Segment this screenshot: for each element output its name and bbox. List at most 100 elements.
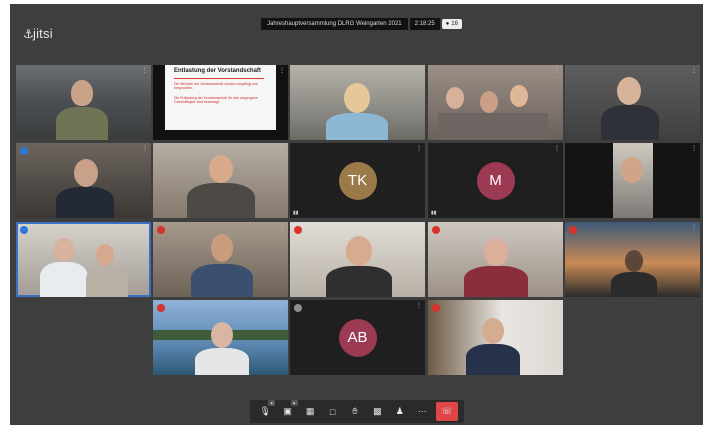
tile-menu-icon[interactable]: ⋮ <box>554 145 560 152</box>
participant-face <box>211 322 233 348</box>
tile-menu-icon[interactable]: ⋮ <box>279 302 285 309</box>
audio-indicator-icon <box>20 226 28 234</box>
connection-indicator-icon: ▮▮ <box>293 210 299 216</box>
participant-body <box>464 266 528 297</box>
chevron-up-icon[interactable]: ▲ <box>268 399 276 406</box>
tile-view-icon: ▩ <box>373 406 382 416</box>
mic-muted-icon <box>432 226 440 234</box>
video-tile[interactable]: ⋮ <box>153 222 288 297</box>
tile-menu-icon[interactable]: ⋮ <box>416 302 422 309</box>
participant-body <box>326 266 392 297</box>
participant-face <box>617 77 641 105</box>
video-tile[interactable]: ⋮ <box>290 65 425 140</box>
microphone-button[interactable]: 🎙︎ ▲ <box>256 399 276 421</box>
tile-menu-icon[interactable]: ⋮ <box>691 145 697 152</box>
tile-view-button[interactable]: ▩ <box>368 403 386 421</box>
tile-menu-icon[interactable]: ⋮ <box>279 67 285 74</box>
avatar-tile[interactable]: M ▮▮ ⋮ <box>428 143 563 218</box>
participant-body <box>611 272 657 297</box>
participant-avatar: M <box>476 161 515 200</box>
video-tile[interactable]: ⋮ <box>428 300 563 375</box>
tile-menu-icon[interactable]: ⋮ <box>279 145 285 152</box>
participant-count-badge[interactable]: ● 16 <box>441 19 462 29</box>
connection-indicator-icon: ▮▮ <box>431 210 437 216</box>
video-tile[interactable]: ⋮ <box>16 65 151 140</box>
microphone-muted-icon: 🎙︎ <box>259 406 271 416</box>
avatar-tile[interactable]: TK ▮▮ ⋮ <box>290 143 425 218</box>
tile-menu-icon[interactable]: ⋮ <box>279 224 285 231</box>
participant-body <box>187 183 255 218</box>
participant-body <box>40 262 88 297</box>
chevron-up-icon[interactable]: ▲ <box>290 399 298 406</box>
screenshare-tile[interactable]: Entlastung der Vorstandschaft Die Berich… <box>153 65 288 140</box>
meeting-title: Jahreshauptversammlung DLRG Weingarten 2… <box>261 18 408 30</box>
chat-button[interactable]: □ <box>324 403 342 421</box>
participant-body <box>466 344 520 375</box>
video-tile[interactable]: ⋮ <box>16 143 151 218</box>
participant-face <box>74 159 98 187</box>
participant-face <box>510 85 528 107</box>
raise-hand-button[interactable]: ✋︎ <box>346 403 364 421</box>
participants-button[interactable]: ♟ <box>391 403 409 421</box>
participant-face <box>344 83 370 113</box>
participant-face <box>96 244 114 266</box>
more-options-button[interactable]: ⋯ <box>413 403 431 421</box>
mic-muted-icon <box>294 226 302 234</box>
participants-icon: ♟ <box>395 406 404 416</box>
slide-text-1: Die Berichte der Vorstandschaft wurden v… <box>174 82 258 90</box>
jitsi-logo[interactable]: ⚓︎jitsi <box>23 26 53 41</box>
video-tile[interactable]: ⋮ <box>565 65 700 140</box>
tile-menu-icon[interactable]: ⋮ <box>554 224 560 231</box>
audio-indicator-icon <box>294 304 302 312</box>
tile-menu-icon[interactable]: ⋮ <box>416 145 422 152</box>
video-tile-active-speaker[interactable]: ⋮ <box>16 222 151 297</box>
video-tile[interactable]: ⋮ <box>428 222 563 297</box>
audio-indicator-icon <box>20 147 28 155</box>
tile-menu-icon[interactable]: ⋮ <box>691 224 697 231</box>
slide-text-2: Die Entlastung der Vorstandschaft für da… <box>174 96 259 104</box>
video-tile[interactable]: ⋮ <box>153 143 288 218</box>
participant-body <box>191 264 253 297</box>
participant-face <box>54 238 74 262</box>
tile-menu-icon[interactable]: ⋮ <box>142 145 148 152</box>
mic-muted-icon <box>157 226 165 234</box>
meeting-window: ⚓︎jitsi Jahreshauptversammlung DLRG Wein… <box>10 4 703 425</box>
avatar-tile[interactable]: AB ⋮ <box>290 300 425 375</box>
participant-body <box>86 266 128 297</box>
participant-body <box>56 187 114 218</box>
mic-muted-icon <box>157 304 165 312</box>
tile-menu-icon[interactable]: ⋮ <box>691 67 697 74</box>
tile-menu-icon[interactable]: ⋮ <box>142 224 148 231</box>
camera-button[interactable]: ▣ ▲ <box>279 399 298 421</box>
video-tile[interactable]: ⋮ <box>565 143 700 218</box>
chat-icon: □ <box>329 406 336 417</box>
video-tile[interactable]: ⋮ <box>565 222 700 297</box>
participant-body <box>438 113 548 140</box>
participant-face <box>625 250 643 272</box>
participant-avatar: AB <box>338 318 377 357</box>
slide-divider <box>174 78 264 79</box>
participants-small-icon: ● <box>445 21 450 27</box>
participant-body <box>601 105 659 140</box>
participant-avatar: TK <box>338 161 377 200</box>
tile-menu-icon[interactable]: ⋮ <box>416 224 422 231</box>
participant-face <box>346 236 372 266</box>
video-tile[interactable]: ⋮ <box>153 300 288 375</box>
tile-menu-icon[interactable]: ⋮ <box>554 302 560 309</box>
tile-menu-icon[interactable]: ⋮ <box>554 67 560 74</box>
screenshare-icon: ▦ <box>305 406 315 416</box>
tile-menu-icon[interactable]: ⋮ <box>416 67 422 74</box>
participant-face <box>446 87 464 109</box>
camera-icon: ▣ <box>283 406 292 416</box>
slide-title: Entlastung der Vorstandschaft <box>174 68 261 74</box>
participant-body <box>195 348 249 375</box>
slide-margin <box>276 65 288 140</box>
tile-menu-icon[interactable]: ⋮ <box>142 67 148 74</box>
video-tile[interactable]: ⋮ <box>290 222 425 297</box>
video-tile[interactable]: ⋮ <box>428 65 563 140</box>
participant-face <box>71 80 93 106</box>
participant-face <box>211 234 233 262</box>
hangup-button[interactable]: ☏ <box>435 402 458 421</box>
participant-face <box>484 238 508 266</box>
screenshare-button[interactable]: ▦ <box>301 403 319 421</box>
